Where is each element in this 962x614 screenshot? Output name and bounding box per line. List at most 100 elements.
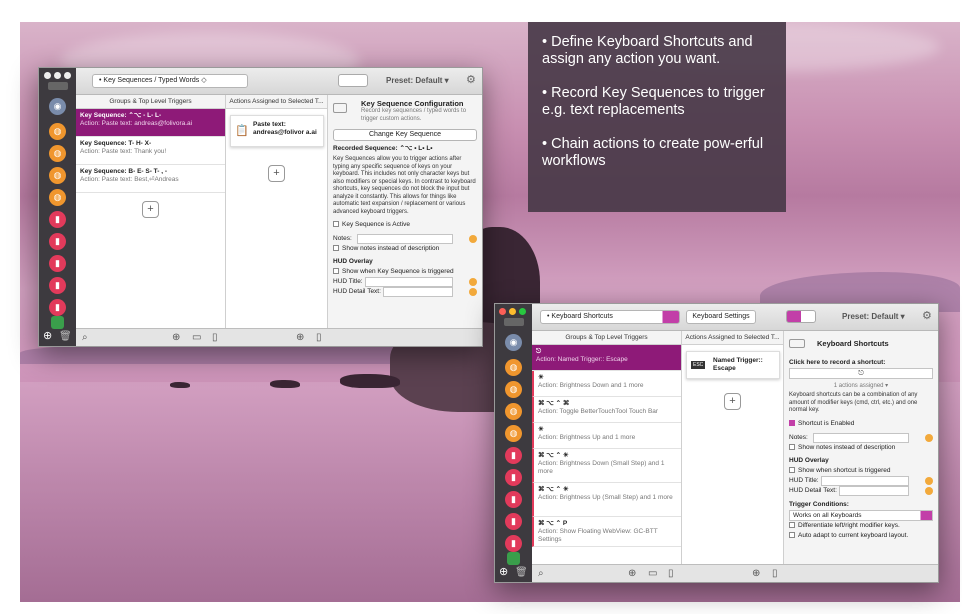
add-group-icon[interactable]: ⊕ (499, 565, 508, 578)
close-button[interactable] (44, 72, 51, 79)
trash-icon[interactable]: 🗑 (59, 331, 72, 342)
chart-app-icon[interactable]: ▮ (505, 491, 522, 508)
globe-icon[interactable]: ◉ (49, 98, 66, 115)
app-icon[interactable] (51, 316, 64, 329)
table-row[interactable]: ⌘ ⌥ ⌃ ☀ Action: Brightness Down (Small S… (532, 449, 681, 483)
active-checkbox[interactable]: Key Sequence is Active (333, 220, 477, 230)
keyboard-settings-button[interactable]: Keyboard Settings (686, 310, 756, 324)
folder-icon[interactable]: ▭ (648, 568, 657, 579)
chart-app-icon[interactable]: ▮ (49, 255, 66, 272)
chart-app-icon[interactable]: ▮ (505, 535, 522, 552)
add-group-icon[interactable]: ⊕ (43, 329, 52, 342)
trash-icon[interactable]: ▯ (668, 568, 674, 579)
app-icon[interactable]: ◍ (505, 403, 522, 420)
emoji-icon[interactable] (925, 486, 933, 495)
show-notes-checkbox[interactable]: Show notes instead of description (789, 443, 933, 453)
auto-adapt-checkbox[interactable]: Auto adapt to current keyboard layout. (789, 531, 933, 541)
enabled-checkbox[interactable]: Shortcut is Enabled (789, 419, 933, 429)
hud-detail-field[interactable] (839, 485, 909, 496)
search-icon[interactable]: ⌕ (82, 332, 88, 343)
add-trigger-button[interactable]: + (142, 201, 159, 218)
minimize-button[interactable] (509, 308, 516, 315)
hud-detail-field[interactable] (383, 287, 453, 297)
emoji-icon[interactable] (469, 235, 477, 243)
preset-select[interactable]: Preset: Default ▾ (386, 76, 449, 85)
hud-show-checkbox[interactable]: Show when Key Sequence is triggered (333, 267, 477, 277)
table-row[interactable]: ⌘ ⌥ ⌃ ☀ Action: Brightness Up (Small Ste… (532, 483, 681, 517)
differentiate-checkbox[interactable]: Differentiate left/right modifier keys. (789, 521, 933, 531)
app-icon[interactable]: ◍ (49, 123, 66, 140)
app-icon[interactable]: ◍ (49, 167, 66, 184)
change-key-sequence-button[interactable]: Change Key Sequence (333, 129, 477, 141)
view-toggle[interactable] (786, 310, 816, 323)
search-icon[interactable]: ⌕ (538, 568, 544, 579)
emoji-icon[interactable] (469, 288, 477, 296)
add-action-button[interactable]: + (268, 165, 285, 182)
checkbox-icon (789, 466, 795, 473)
notes-field[interactable] (357, 234, 453, 244)
app-icon[interactable]: ◍ (505, 359, 522, 376)
hud-title-field[interactable] (365, 277, 453, 287)
action-item[interactable]: ESC Named Trigger:: Escape (686, 351, 780, 379)
trash-icon[interactable]: ▯ (316, 332, 322, 343)
trigger-type-select[interactable]: • Keyboard Shortcuts (540, 310, 680, 324)
app-icon[interactable]: ◍ (505, 381, 522, 398)
keyboard-icon[interactable] (48, 82, 68, 90)
hud-show-checkbox[interactable]: Show when shortcut is triggered (789, 466, 933, 476)
add-icon[interactable]: ⊕ (296, 332, 304, 343)
trigger-title: ⌘ ⌥ ⌃ ☀ (538, 486, 569, 493)
close-button[interactable] (499, 308, 506, 315)
table-row[interactable]: ⎋ Action: Named Trigger:: Escape (532, 345, 681, 371)
trash-icon[interactable]: 🗑 (515, 567, 528, 578)
trigger-type-select[interactable]: • Key Sequences / Typed Words ◇ (92, 74, 248, 88)
add-icon[interactable]: ⊕ (172, 332, 180, 343)
table-row[interactable]: Key Sequence: B- E- S- T- , - Action: Pa… (76, 165, 225, 193)
gear-icon[interactable]: ⚙ (922, 309, 932, 322)
configuration-panel: Key Sequence Configuration Record key se… (328, 95, 482, 328)
emoji-icon[interactable] (469, 278, 477, 286)
keyboard-condition-select[interactable]: Works on all Keyboards (789, 509, 933, 521)
chart-app-icon[interactable]: ▮ (505, 513, 522, 530)
table-row[interactable]: Key Sequence: ⌃⌥ - L- L- Action: Paste t… (76, 109, 225, 137)
table-row[interactable]: ☀ Action: Brightness Down and 1 more (532, 371, 681, 397)
app-icon[interactable] (507, 552, 520, 565)
chart-app-icon[interactable]: ▮ (505, 469, 522, 486)
trash-icon[interactable]: ▯ (772, 568, 778, 579)
group-sidebar: ◉ ◍ ◍ ◍ ◍ ▮ ▮ ▮ ▮ ▮ ⊕ 🗑 (39, 68, 76, 346)
add-icon[interactable]: ⊕ (628, 568, 636, 579)
chart-app-icon[interactable]: ▮ (49, 211, 66, 228)
chart-app-icon[interactable]: ▮ (505, 447, 522, 464)
add-icon[interactable]: ⊕ (752, 568, 760, 579)
chart-app-icon[interactable]: ▮ (49, 233, 66, 250)
chart-app-icon[interactable]: ▮ (49, 277, 66, 294)
chart-app-icon[interactable]: ▮ (49, 299, 66, 316)
table-row[interactable]: ⌘ ⌥ ⌃ ⌘ Action: Toggle BetterTouchTool T… (532, 397, 681, 423)
add-action-button[interactable]: + (724, 393, 741, 410)
trash-icon[interactable]: ▯ (212, 332, 218, 343)
table-row[interactable]: Key Sequence: T- H- X- Action: Paste tex… (76, 137, 225, 165)
emoji-icon[interactable] (925, 433, 933, 442)
app-icon[interactable]: ◍ (49, 145, 66, 162)
actions-assigned[interactable]: 1 actions assigned ▾ (789, 382, 933, 389)
action-item[interactable]: 📋 Paste text: andreas@folivor a.ai (230, 115, 324, 147)
emoji-icon[interactable] (925, 476, 933, 485)
configuration-panel: Keyboard Shortcuts Click here to record … (784, 331, 938, 564)
zoom-button[interactable] (519, 308, 526, 315)
view-toggle[interactable] (338, 74, 368, 87)
hud-title-field[interactable] (821, 475, 909, 486)
table-row[interactable]: ☀ Action: Brightness Up and 1 more (532, 423, 681, 449)
app-icon[interactable]: ◍ (505, 425, 522, 442)
notes-field[interactable] (813, 432, 909, 443)
shortcut-recorder[interactable]: ⎋ (789, 368, 933, 379)
folder-icon[interactable]: ▭ (192, 332, 201, 343)
keyboard-icon[interactable] (504, 318, 524, 326)
gear-icon[interactable]: ⚙ (466, 73, 476, 86)
preset-select[interactable]: Preset: Default ▾ (842, 312, 905, 321)
hud-detail-row: HUD Detail Text: (789, 485, 933, 496)
minimize-button[interactable] (54, 72, 61, 79)
zoom-button[interactable] (64, 72, 71, 79)
app-icon[interactable]: ◍ (49, 189, 66, 206)
show-notes-checkbox[interactable]: Show notes instead of description (333, 244, 477, 254)
globe-icon[interactable]: ◉ (505, 334, 522, 351)
table-row[interactable]: ⌘ ⌥ ⌃ P Action: Show Floating WebView: G… (532, 517, 681, 547)
